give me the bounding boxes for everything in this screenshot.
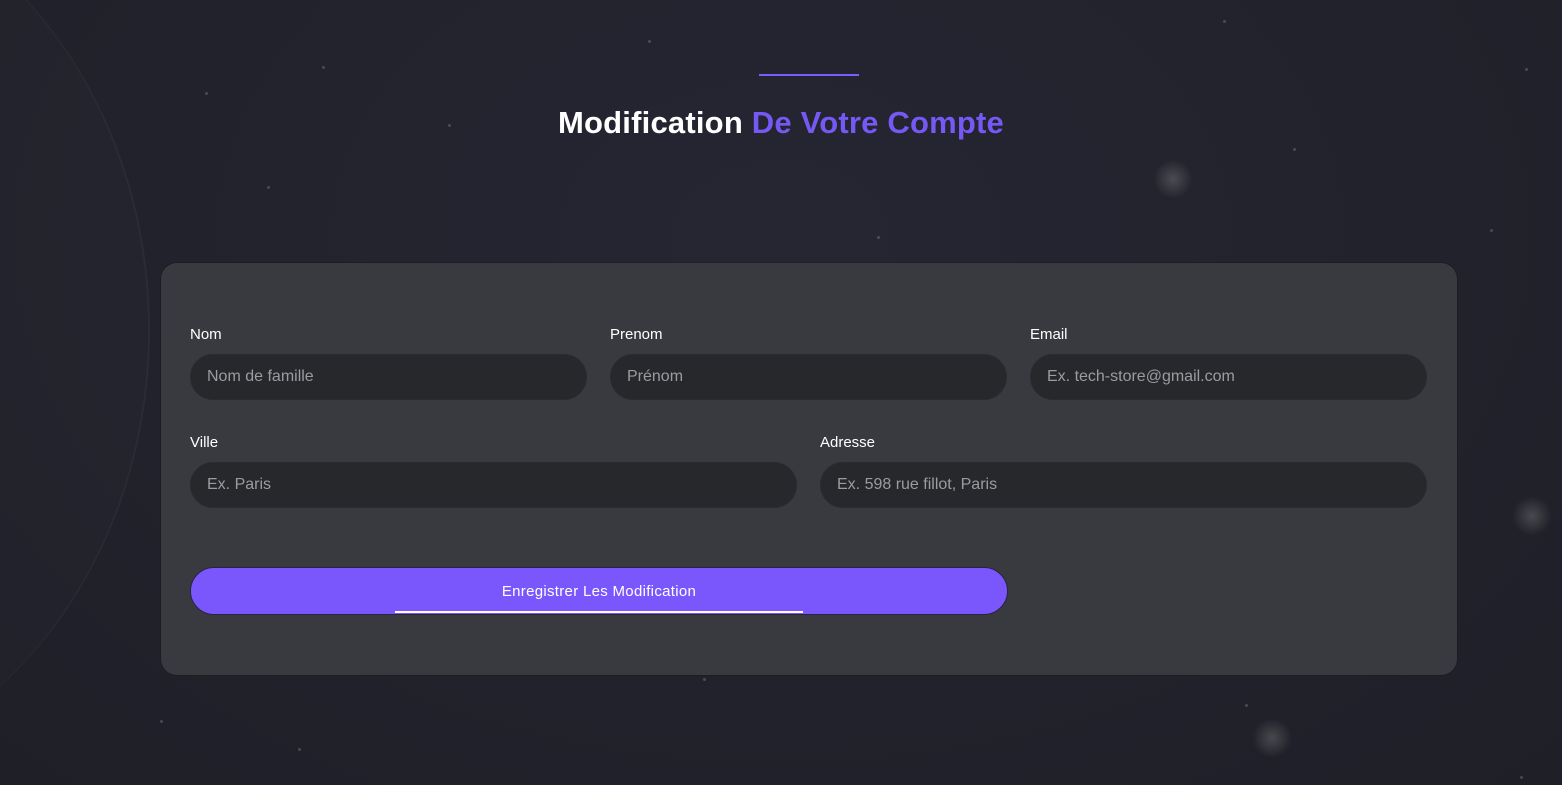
nom-label: Nom [190,326,222,343]
button-underline [395,611,803,613]
prenom-input[interactable] [610,354,1007,400]
ville-field: Ville [190,433,797,509]
save-changes-button[interactable]: Enregistrer Les Modification [190,567,1008,615]
email-label: Email [1030,326,1068,343]
background-star [1293,148,1296,151]
background-star [1245,704,1248,707]
background-star [298,748,301,751]
nom-field: Nom [190,325,587,401]
background-star [160,720,163,723]
background-star [267,186,270,189]
background-glow [1153,159,1193,199]
background-star [1520,776,1523,779]
page-title: Modification De Votre Compte [0,105,1562,141]
page-title-accent: De Votre Compte [751,105,1004,140]
background-glow [1252,718,1292,758]
background-star [322,66,325,69]
background-star [1223,20,1226,23]
background-star [1490,229,1493,232]
background-star [877,236,880,239]
nom-input[interactable] [190,354,587,400]
background-glow [1512,496,1552,536]
heading-decoration-line [759,74,859,76]
prenom-field: Prenom [610,325,1007,401]
background-star [703,678,706,681]
adresse-label: Adresse [820,434,876,451]
background-star [648,40,651,43]
background-star [205,92,208,95]
page-title-main: Modification [558,105,743,140]
prenom-label: Prenom [610,326,663,343]
background-star [1525,68,1528,71]
email-input[interactable] [1030,354,1427,400]
adresse-field: Adresse [820,433,1427,509]
email-field: Email [1030,325,1427,401]
ville-label: Ville [190,434,219,451]
adresse-input[interactable] [820,462,1427,508]
account-edit-form: Nom Prenom Email Ville Adresse Enregistr… [161,263,1457,675]
ville-input[interactable] [190,462,797,508]
